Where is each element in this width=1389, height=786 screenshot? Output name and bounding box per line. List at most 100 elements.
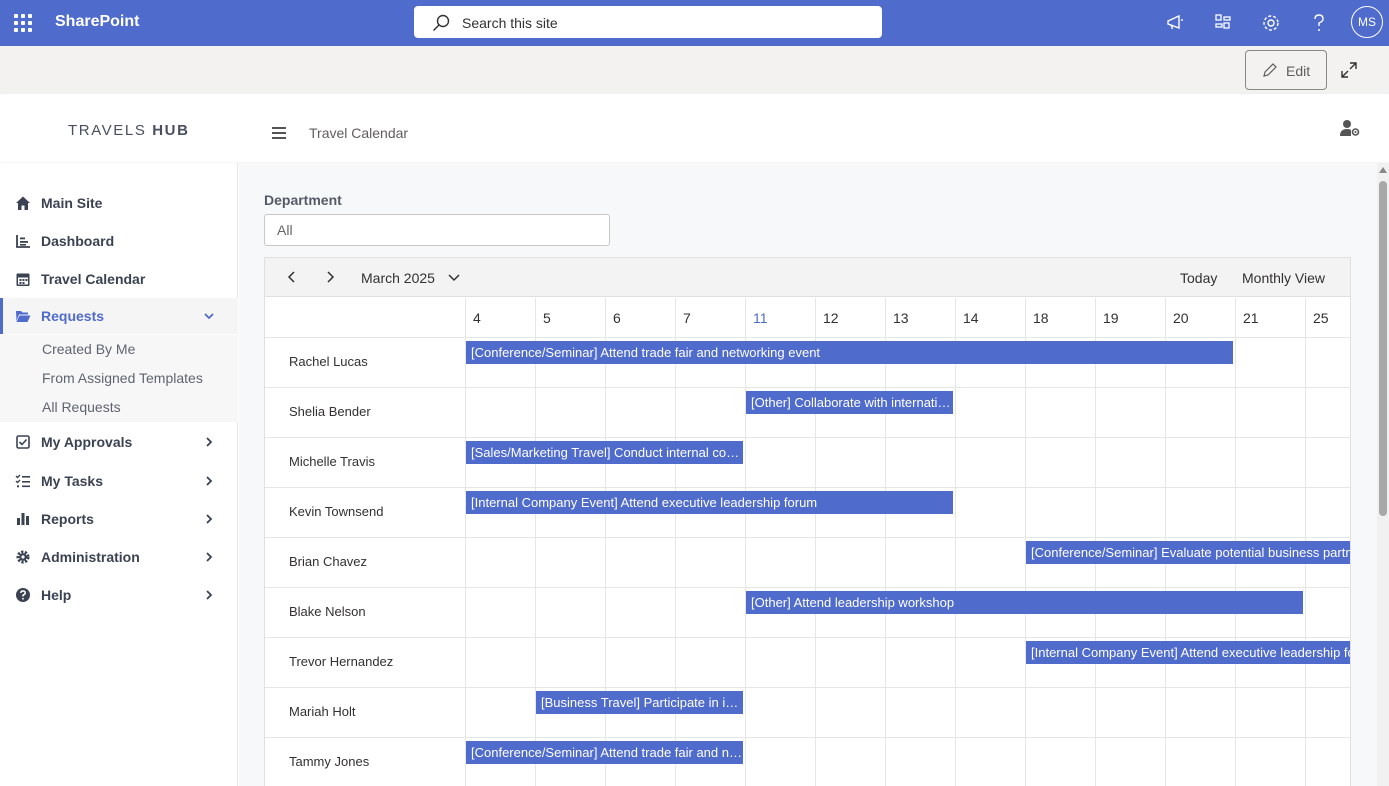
day-header-18[interactable]: 18 bbox=[1033, 310, 1049, 326]
pencil-icon bbox=[1263, 63, 1277, 77]
grid-col-line bbox=[465, 298, 466, 786]
sidebar-item-label: Administration bbox=[41, 549, 140, 565]
today-button[interactable]: Today bbox=[1180, 270, 1217, 286]
sidebar-item-my-approvals[interactable]: My Approvals bbox=[0, 424, 238, 460]
grid-row-line bbox=[265, 487, 1350, 488]
chart-icon bbox=[16, 235, 30, 248]
sidebar-item-administration[interactable]: Administration bbox=[0, 539, 238, 575]
grid-row-line bbox=[265, 537, 1350, 538]
grid-row-line bbox=[265, 437, 1350, 438]
next-month-icon[interactable] bbox=[325, 271, 335, 283]
app-connections-icon[interactable] bbox=[1212, 12, 1234, 34]
sidebar-item-label: Requests bbox=[41, 308, 105, 324]
person-name: Michelle Travis bbox=[289, 454, 375, 469]
travel-event-bar[interactable]: [Conference/Seminar] Attend trade fair a… bbox=[466, 341, 1233, 364]
logo-bold-text: HUB bbox=[152, 122, 190, 139]
subitem-label: Created By Me bbox=[42, 341, 136, 357]
day-header-19[interactable]: 19 bbox=[1103, 310, 1119, 326]
travels-hub-logo[interactable]: TRAVELS HUB bbox=[68, 122, 190, 139]
day-header-7[interactable]: 7 bbox=[683, 310, 691, 326]
folder-open-icon bbox=[16, 311, 31, 322]
month-selector[interactable]: March 2025 bbox=[361, 270, 435, 286]
chevron-down-icon[interactable] bbox=[448, 274, 460, 282]
department-value: All bbox=[277, 222, 293, 238]
person-name: Mariah Holt bbox=[289, 704, 356, 719]
bar-chart-icon bbox=[17, 513, 29, 525]
chevron-down-icon bbox=[204, 313, 214, 320]
user-avatar[interactable]: MS bbox=[1351, 6, 1383, 38]
task-list-icon bbox=[15, 474, 30, 488]
person-name: Blake Nelson bbox=[289, 604, 366, 619]
day-header-21[interactable]: 21 bbox=[1243, 310, 1259, 326]
sidebar-item-label: Help bbox=[41, 587, 72, 603]
grid-row-line bbox=[265, 687, 1350, 688]
day-header-13[interactable]: 13 bbox=[893, 310, 909, 326]
sidebar-subitem-all-requests[interactable]: All Requests bbox=[0, 393, 238, 422]
travel-event-bar[interactable]: [Business Travel] Participate in industr… bbox=[536, 691, 743, 714]
day-header-20[interactable]: 20 bbox=[1173, 310, 1189, 326]
expand-icon[interactable] bbox=[1340, 61, 1358, 79]
person-name: Trevor Hernandez bbox=[289, 654, 394, 669]
calendar-grid: 4 5 6 7 11 12 13 14 18 19 20 21 25 Rachel Lucas [Confe… bbox=[265, 298, 1350, 786]
site-search-box[interactable]: Search this site bbox=[414, 6, 882, 38]
settings-gear-icon[interactable] bbox=[1260, 12, 1282, 34]
scroll-up-arrow-icon[interactable] bbox=[1379, 167, 1387, 173]
grid-row-line bbox=[265, 737, 1350, 738]
day-header-5[interactable]: 5 bbox=[543, 310, 551, 326]
search-input[interactable]: Search this site bbox=[462, 15, 558, 31]
sidebar-item-label: My Approvals bbox=[41, 434, 133, 450]
person-name: Kevin Townsend bbox=[289, 504, 384, 519]
user-settings-icon[interactable] bbox=[1340, 119, 1360, 137]
grid-row-line bbox=[265, 637, 1350, 638]
breadcrumb: Travel Calendar bbox=[309, 125, 409, 141]
sidebar-item-my-tasks[interactable]: My Tasks bbox=[0, 463, 238, 499]
edit-button[interactable]: Edit bbox=[1245, 50, 1327, 90]
day-header-12[interactable]: 12 bbox=[823, 310, 839, 326]
command-bar: Edit bbox=[0, 46, 1389, 94]
sharepoint-brand[interactable]: SharePoint bbox=[55, 13, 139, 31]
travel-event-bar[interactable]: [Sales/Marketing Travel] Conduct interna… bbox=[466, 441, 743, 464]
chevron-right-icon bbox=[206, 476, 213, 486]
app-header: TRAVELS HUB Travel Calendar bbox=[0, 94, 1389, 162]
travel-event-bar[interactable]: [Internal Company Event] Attend executiv… bbox=[1026, 641, 1350, 664]
travel-event-bar[interactable]: [Other] Attend leadership workshop bbox=[746, 591, 1303, 614]
day-header-4[interactable]: 4 bbox=[473, 310, 481, 326]
check-square-icon bbox=[16, 435, 30, 449]
help-question-icon[interactable] bbox=[1308, 12, 1330, 34]
travel-event-bar[interactable]: [Conference/Seminar] Evaluate potential … bbox=[1026, 541, 1350, 564]
search-icon bbox=[433, 14, 450, 31]
sidebar-item-main-site[interactable]: Main Site bbox=[0, 185, 238, 221]
sidebar-subitem-from-assigned-templates[interactable]: From Assigned Templates bbox=[0, 364, 238, 393]
app-launcher-icon[interactable] bbox=[14, 14, 32, 32]
day-header-14[interactable]: 14 bbox=[963, 310, 979, 326]
grid-row-line bbox=[265, 587, 1350, 588]
previous-month-icon[interactable] bbox=[287, 271, 297, 283]
sidebar-item-reports[interactable]: Reports bbox=[0, 501, 238, 537]
gear-icon bbox=[16, 550, 30, 564]
day-header-11[interactable]: 11 bbox=[753, 310, 768, 326]
sidebar-item-dashboard[interactable]: Dashboard bbox=[0, 223, 238, 259]
sidebar-item-help[interactable]: Help bbox=[0, 577, 238, 613]
sidebar-item-travel-calendar[interactable]: Travel Calendar bbox=[0, 261, 238, 297]
sidebar-subitem-created-by-me[interactable]: Created By Me bbox=[0, 335, 238, 364]
grid-col-line bbox=[885, 298, 886, 786]
edit-button-label: Edit bbox=[1286, 63, 1311, 79]
person-name: Rachel Lucas bbox=[289, 354, 368, 369]
grid-col-line bbox=[815, 298, 816, 786]
travel-event-bar[interactable]: [Conference/Seminar] Attend trade fair a… bbox=[466, 741, 743, 764]
day-header-6[interactable]: 6 bbox=[613, 310, 621, 326]
hamburger-menu-icon[interactable] bbox=[272, 127, 286, 139]
subitem-label: From Assigned Templates bbox=[42, 370, 203, 386]
view-selector[interactable]: Monthly View bbox=[1242, 270, 1325, 286]
department-select[interactable]: All bbox=[264, 214, 610, 246]
megaphone-icon[interactable] bbox=[1165, 12, 1187, 34]
page-scrollbar[interactable] bbox=[1377, 163, 1389, 786]
day-header-25[interactable]: 25 bbox=[1313, 310, 1329, 326]
person-name: Tammy Jones bbox=[289, 754, 370, 769]
sidebar-item-requests[interactable]: Requests bbox=[0, 298, 238, 334]
subitem-label: All Requests bbox=[42, 399, 121, 415]
travel-event-bar[interactable]: [Other] Collaborate with international p… bbox=[746, 391, 953, 414]
scroll-thumb[interactable] bbox=[1379, 181, 1387, 516]
calendar-icon bbox=[16, 273, 30, 286]
travel-event-bar[interactable]: [Internal Company Event] Attend executiv… bbox=[466, 491, 953, 514]
